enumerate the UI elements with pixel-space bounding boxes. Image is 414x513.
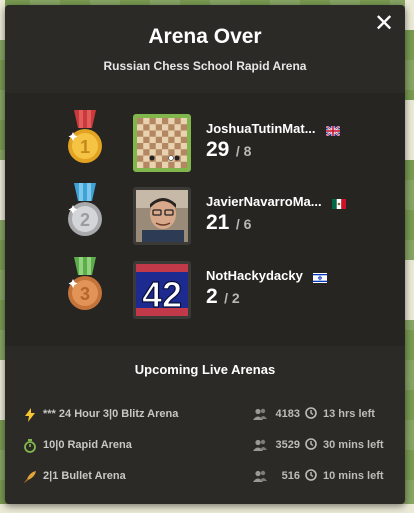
time-left: 13 hrs left — [323, 408, 375, 420]
israel-flag-icon — [312, 271, 327, 283]
time-left: 10 mins left — [323, 470, 384, 482]
player-score: 29 — [206, 138, 230, 161]
avatar[interactable]: 42 — [133, 261, 191, 319]
clock-icon — [305, 469, 317, 481]
player-count: 516 — [281, 470, 300, 482]
avatar-number: 42 — [142, 274, 182, 315]
mexico-flag-icon — [331, 197, 346, 209]
arena-row[interactable]: 2|1 Bullet Arena 516 10 mins left — [5, 464, 405, 492]
avatar[interactable] — [133, 187, 191, 245]
podium-entry-first: 1 JoshuaTutinMat... 29 / 8 — [5, 110, 405, 172]
player-name-row: NotHackydacky — [206, 268, 327, 283]
games-played: / 8 — [235, 143, 252, 159]
board-square — [0, 504, 414, 513]
arena-name: *** 24 Hour 3|0 Blitz Arena — [43, 408, 179, 420]
arena-row[interactable]: 10|0 Rapid Arena 3529 30 mins left — [5, 433, 405, 461]
score-row: 29 / 8 — [206, 138, 251, 162]
arena-name: Russian Chess School Rapid Arena — [103, 59, 307, 73]
gold-medal-icon: 1 — [65, 110, 105, 172]
players-icon — [253, 439, 267, 451]
player-name[interactable]: NotHackydacky — [206, 268, 303, 283]
player-name[interactable]: JoshuaTutinMat... — [206, 121, 316, 136]
podium: 1 JoshuaTutinMat... 29 / 8 2 JavierNavar… — [5, 93, 405, 346]
score-row: 2 / 2 — [206, 285, 240, 309]
svg-text:1: 1 — [80, 137, 90, 157]
modal-header: Arena Over Russian Chess School Rapid Ar… — [5, 5, 405, 93]
board-square — [405, 0, 414, 30]
board-square — [405, 260, 414, 320]
games-played: / 6 — [235, 216, 252, 232]
blitz-lightning-icon — [23, 408, 37, 422]
rapid-timer-icon — [23, 439, 37, 453]
uk-flag-icon — [324, 124, 341, 137]
player-count: 3529 — [275, 439, 300, 451]
podium-entry-second: 2 JavierNavarroMa... 21 / 6 — [5, 183, 405, 245]
silver-medal-icon: 2 — [65, 183, 105, 245]
modal-title: Arena Over — [148, 25, 262, 48]
podium-entry-third: 3 42 NotHackydacky 2 / 2 — [5, 257, 405, 319]
score-row: 21 / 6 — [206, 211, 251, 235]
time-left: 30 mins left — [323, 439, 384, 451]
svg-text:2: 2 — [80, 210, 90, 230]
bronze-medal-icon: 3 — [65, 257, 105, 319]
player-name-row: JavierNavarroMa... — [206, 194, 346, 209]
arena-name: 10|0 Rapid Arena — [43, 439, 132, 451]
board-square — [405, 100, 414, 160]
games-played: / 2 — [224, 290, 240, 306]
player-score: 21 — [206, 211, 230, 234]
svg-text:3: 3 — [80, 284, 90, 304]
avatar[interactable] — [133, 114, 191, 172]
arena-over-modal: Arena Over Russian Chess School Rapid Ar… — [5, 5, 405, 504]
player-name-row: JoshuaTutinMat... — [206, 121, 341, 137]
arena-row[interactable]: *** 24 Hour 3|0 Blitz Arena 4183 13 hrs … — [5, 402, 405, 430]
players-icon — [253, 408, 267, 420]
upcoming-arenas-title: Upcoming Live Arenas — [134, 362, 276, 377]
players-icon — [253, 470, 267, 482]
clock-icon — [305, 438, 317, 450]
arena-name: 2|1 Bullet Arena — [43, 470, 126, 482]
bullet-icon — [23, 470, 37, 484]
clock-icon — [305, 407, 317, 419]
player-name[interactable]: JavierNavarroMa... — [206, 194, 322, 209]
close-icon[interactable]: ✕ — [373, 12, 395, 36]
player-count: 4183 — [275, 408, 300, 420]
player-score: 2 — [206, 285, 218, 308]
